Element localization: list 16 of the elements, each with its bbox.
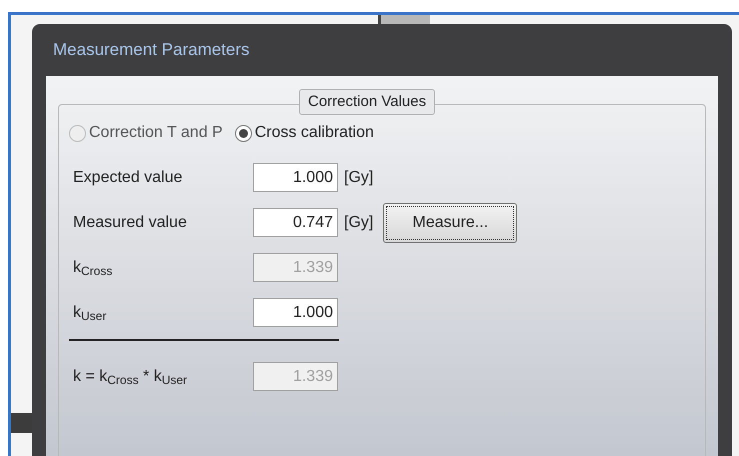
value-field[interactable]: 1.000	[253, 298, 338, 327]
group-title: Correction Values	[299, 89, 436, 115]
value-field[interactable]: 1.000	[253, 163, 338, 192]
radio-icon	[234, 124, 252, 142]
field-label: Expected value	[73, 168, 184, 188]
field-label: Measured value	[73, 212, 188, 232]
field-label: k$_{User}$	[73, 302, 108, 324]
value-field[interactable]: 0.747	[253, 208, 338, 237]
unit-label: [Gy]	[344, 212, 374, 232]
formula-label: k = k$_{Cross}$ * k$_{User}$	[73, 366, 188, 388]
field-label: k$_{Cross}$	[73, 258, 114, 280]
measure-button[interactable]: Measure...	[383, 202, 518, 242]
radio-icon	[69, 124, 86, 142]
radio-option[interactable]: Cross calibration	[234, 121, 374, 145]
window-title: Measurement Parameters	[52, 39, 251, 62]
unit-label: [Gy]	[344, 168, 374, 188]
